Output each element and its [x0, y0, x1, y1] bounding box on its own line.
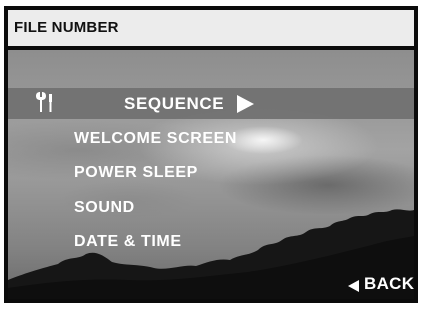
menu-item-sequence[interactable]: SEQUENCE	[124, 94, 224, 114]
menu-title: FILE NUMBER	[8, 10, 414, 46]
menu-item-power-sleep[interactable]: POWER SLEEP	[74, 164, 198, 182]
wrench-screwdriver-icon	[32, 88, 58, 119]
back-button[interactable]: BACK	[364, 274, 414, 294]
menu-item-date-time[interactable]: DATE & TIME	[74, 233, 182, 251]
arrow-left-icon[interactable]	[348, 280, 359, 292]
menu-item-welcome-screen[interactable]: WELCOME SCREEN	[74, 130, 237, 148]
arrow-right-icon[interactable]	[237, 95, 254, 113]
menu-item-sound[interactable]: SOUND	[74, 199, 135, 217]
camera-screen: FILE NUMBER SEQUENCE WELCOME SCREEN POWE…	[4, 6, 418, 303]
